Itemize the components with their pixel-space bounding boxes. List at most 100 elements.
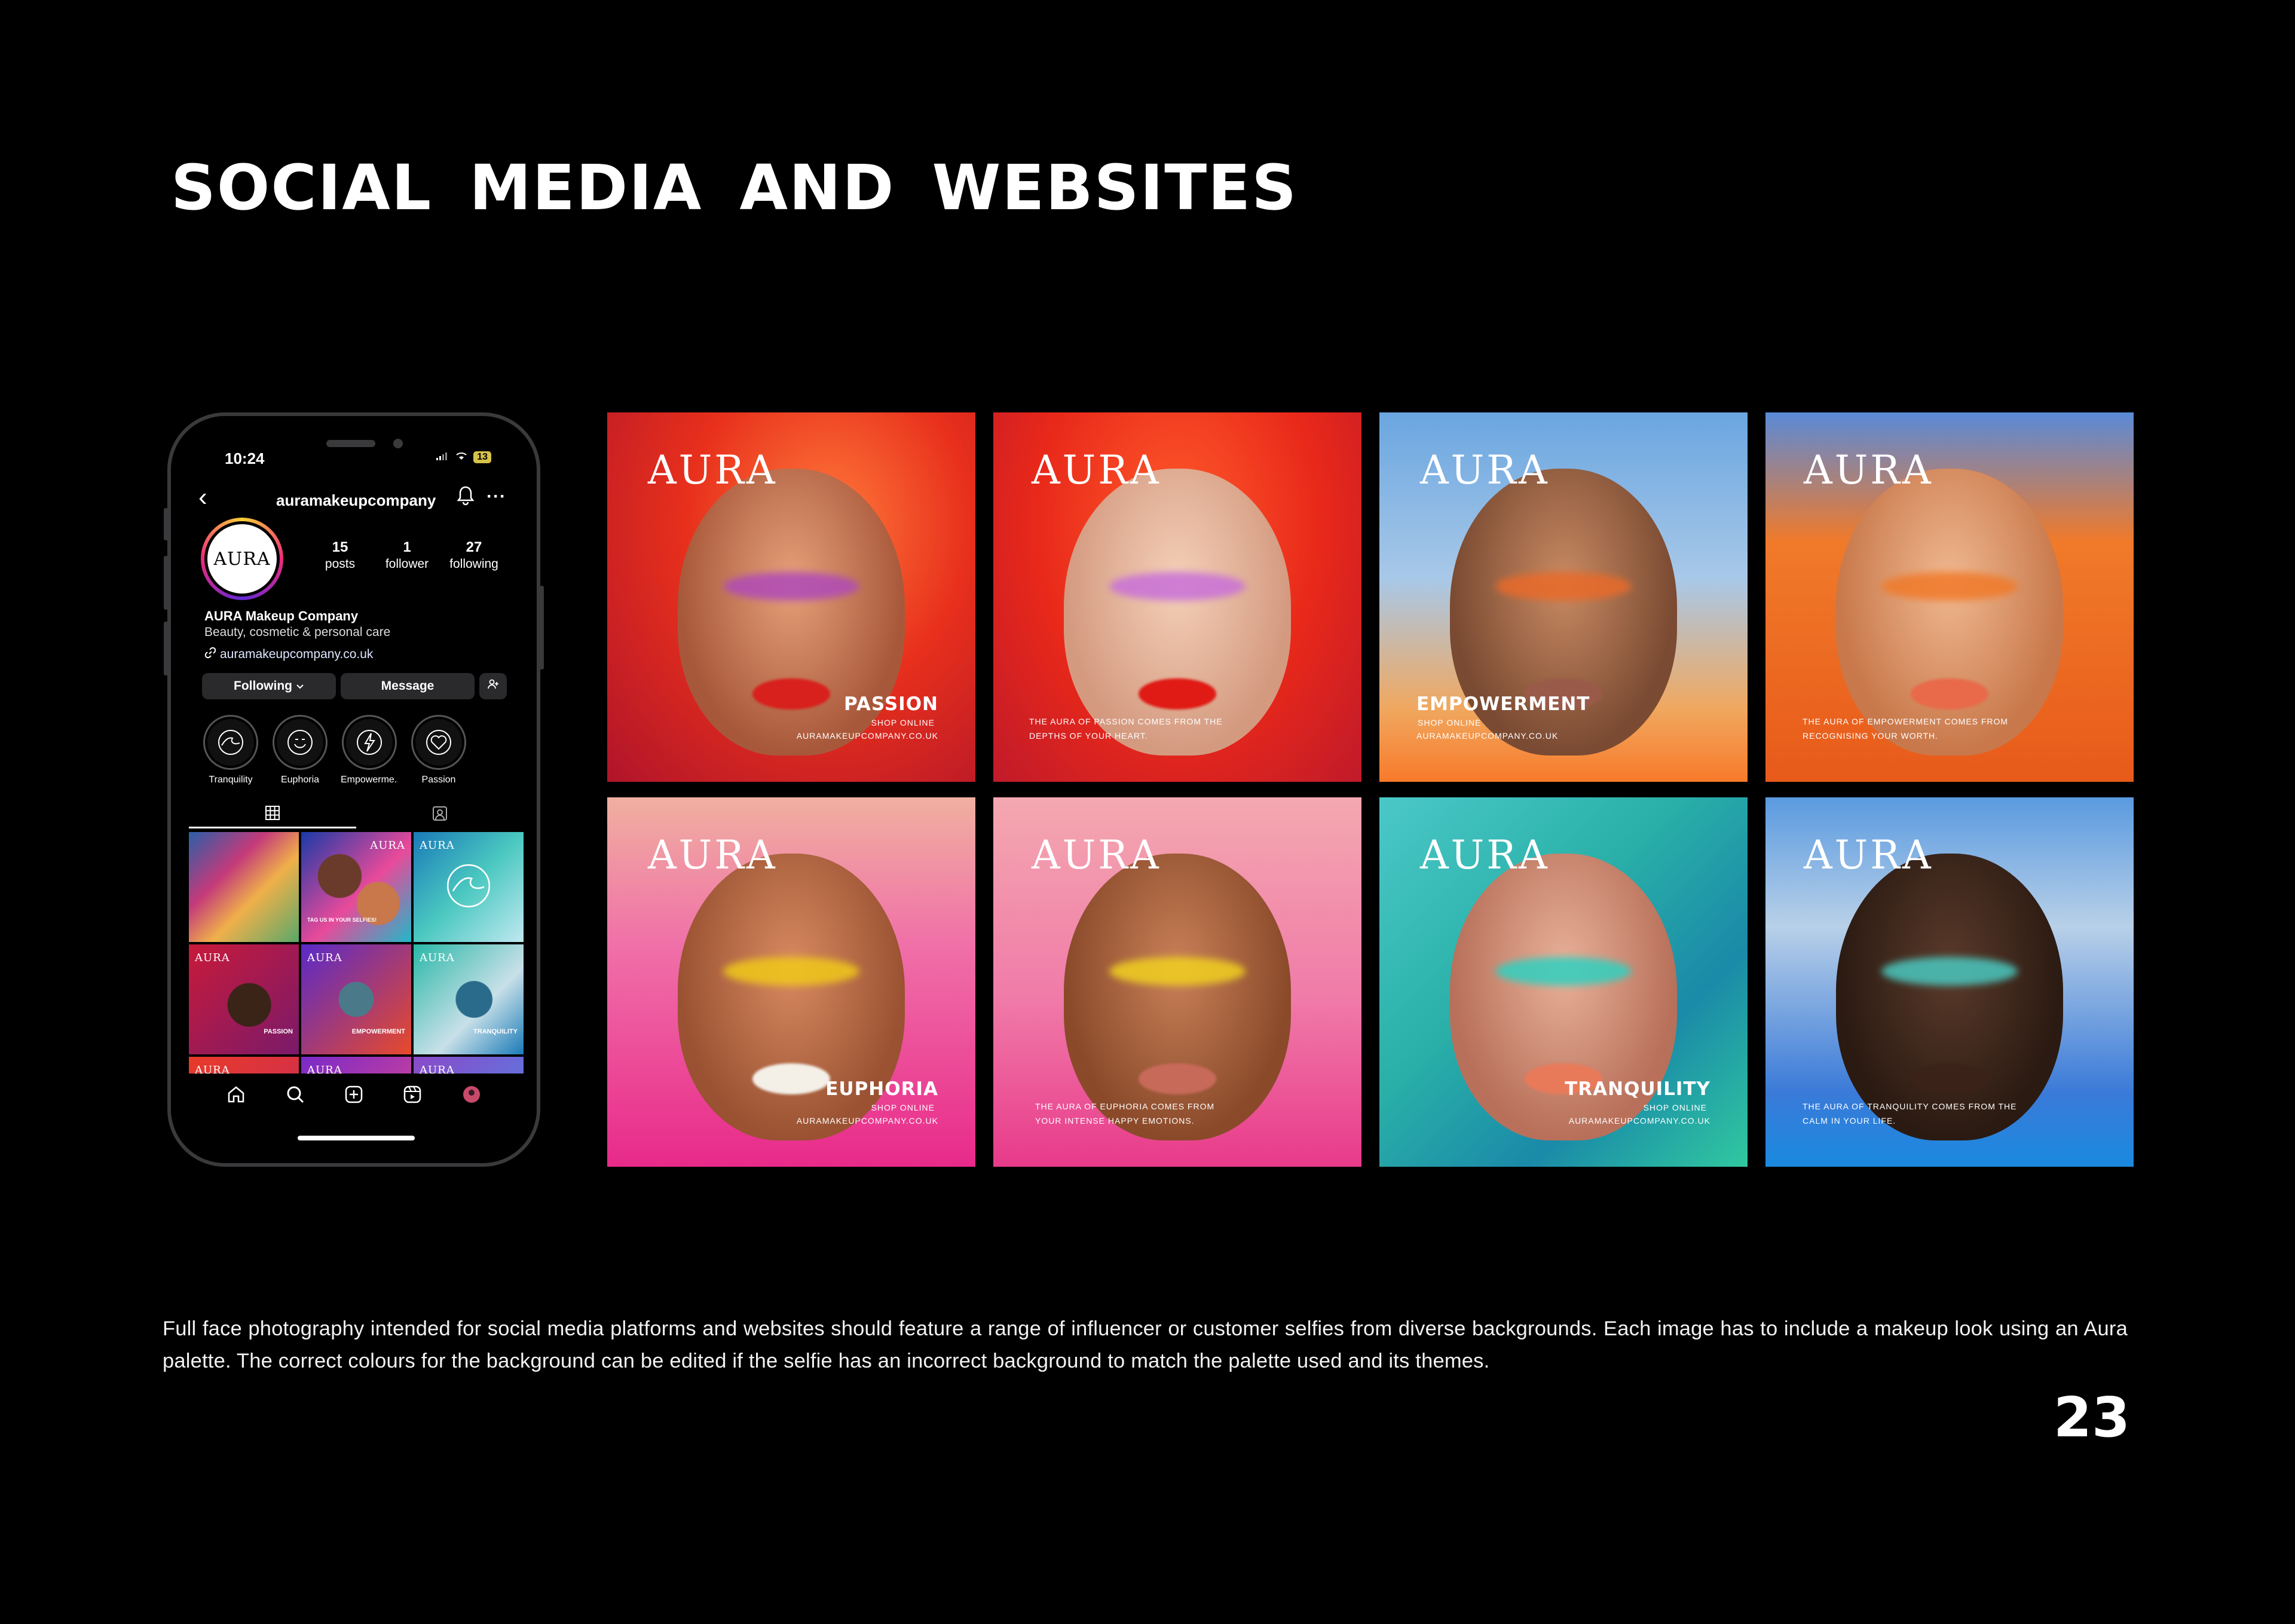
create-post-icon[interactable] bbox=[344, 1084, 364, 1108]
post-shop-online: SHOP ONLINE bbox=[871, 1103, 935, 1112]
grid-post[interactable]: AURA bbox=[414, 832, 524, 942]
reels-icon[interactable] bbox=[402, 1084, 423, 1108]
home-icon[interactable] bbox=[226, 1084, 246, 1108]
portrait-lips bbox=[1139, 1063, 1216, 1094]
portrait-lips bbox=[1911, 678, 1988, 709]
highlight-label: Euphoria bbox=[280, 775, 320, 785]
profile-avatar[interactable]: AURA bbox=[201, 518, 283, 600]
portrait-lips bbox=[1139, 678, 1216, 709]
grid-post[interactable] bbox=[189, 832, 299, 942]
following-button[interactable]: Following bbox=[202, 673, 336, 699]
bio-link-text: auramakeupcompany.co.uk bbox=[220, 647, 374, 661]
highlight-ring bbox=[203, 715, 258, 770]
grid-post-logo: AURA bbox=[307, 1064, 342, 1074]
message-button[interactable]: Message bbox=[341, 673, 475, 699]
stat-following[interactable]: 27 following bbox=[441, 539, 507, 571]
post-website: AURAMAKEUPCOMPANY.CO.UK bbox=[1568, 1116, 1710, 1126]
wifi-icon bbox=[455, 451, 467, 463]
grid-post[interactable]: AURA TAG US IN YOUR SELFIES! bbox=[301, 832, 411, 942]
post-tagline: THE AURA OF EMPOWERMENT COMES FROM RECOG… bbox=[1803, 717, 2009, 741]
stat-followers-count: 1 bbox=[403, 539, 411, 555]
chevron-down-icon bbox=[296, 679, 304, 693]
grid-post-theme: EMPOWERMENT bbox=[351, 1028, 405, 1035]
phone-mockup: 10:24 13 ‹ auramakeupcompany ··· AURA 15… bbox=[167, 412, 540, 1167]
search-icon[interactable] bbox=[285, 1084, 305, 1108]
portrait-face bbox=[1064, 468, 1291, 756]
profile-header: ‹ auramakeupcompany ··· bbox=[171, 481, 537, 514]
grid-post-logo: AURA bbox=[420, 1064, 455, 1074]
grid-post[interactable]: AURA bbox=[301, 1057, 411, 1074]
post-shop-online: SHOP ONLINE bbox=[871, 718, 935, 727]
post-theme-title: TRANQUILITY bbox=[1565, 1078, 1710, 1100]
grid-post-logo: AURA bbox=[307, 952, 342, 964]
aura-logo: AURA bbox=[648, 447, 778, 493]
phone-speaker bbox=[326, 440, 375, 447]
highlight-ring bbox=[342, 715, 397, 770]
add-user-button[interactable] bbox=[479, 673, 507, 699]
aura-logo: AURA bbox=[1032, 447, 1161, 493]
bell-icon[interactable] bbox=[457, 485, 475, 509]
profile-tabs bbox=[189, 799, 524, 828]
grid-post-logo: AURA bbox=[195, 952, 230, 964]
grid-icon bbox=[265, 805, 280, 820]
social-post-passion-quote: AURA THE AURA OF PASSION COMES FROM THE … bbox=[993, 412, 1361, 782]
aura-logo: AURA bbox=[1804, 832, 1933, 878]
post-tagline: THE AURA OF PASSION COMES FROM THE DEPTH… bbox=[1029, 717, 1223, 741]
signal-icon bbox=[436, 451, 449, 463]
bio-name: AURA Makeup Company bbox=[204, 608, 359, 623]
post-website: AURAMAKEUPCOMPANY.CO.UK bbox=[1416, 731, 1559, 741]
social-post-tranquility-quote: AURA THE AURA OF TRANQUILITY COMES FROM … bbox=[1765, 797, 2134, 1167]
add-user-icon bbox=[487, 679, 499, 693]
portrait-face bbox=[1836, 853, 2063, 1140]
stat-followers[interactable]: 1 follower bbox=[374, 539, 440, 571]
social-post-euphoria-quote: AURA THE AURA OF EUPHORIA COMES FROM YOU… bbox=[993, 797, 1361, 1167]
post-theme-title: EUPHORIA bbox=[825, 1078, 938, 1100]
post-tagline: THE AURA OF EUPHORIA COMES FROM YOUR INT… bbox=[1035, 1102, 1215, 1126]
wave-icon bbox=[218, 730, 243, 755]
aura-logo: AURA bbox=[1420, 832, 1550, 878]
smile-icon bbox=[287, 730, 313, 755]
portrait-lips bbox=[1911, 1063, 1988, 1094]
social-post-passion: AURA PASSION SHOP ONLINE AURAMAKEUPCOMPA… bbox=[607, 412, 975, 782]
grid-post-logo: AURA bbox=[370, 839, 405, 852]
grid-post[interactable]: AURA EMPOWERMENT bbox=[301, 944, 411, 1054]
profile-avatar-icon[interactable] bbox=[461, 1084, 482, 1108]
highlight-tranquility[interactable]: Tranquility bbox=[202, 715, 259, 785]
avatar-logo: AURA bbox=[204, 521, 280, 597]
tab-grid[interactable] bbox=[189, 799, 356, 828]
grid-post[interactable]: AURA bbox=[189, 1057, 299, 1074]
post-website: AURAMAKEUPCOMPANY.CO.UK bbox=[796, 731, 938, 741]
more-options-icon[interactable]: ··· bbox=[486, 487, 506, 507]
post-theme-title: EMPOWERMENT bbox=[1416, 693, 1590, 715]
highlight-label: Empowerme... bbox=[341, 775, 398, 785]
post-shop-online: SHOP ONLINE bbox=[1643, 1103, 1707, 1112]
page-number: 23 bbox=[2054, 1386, 2131, 1449]
aura-logo: AURA bbox=[648, 832, 778, 878]
bio-link[interactable]: auramakeupcompany.co.uk bbox=[204, 647, 373, 662]
post-theme-title: PASSION bbox=[844, 693, 938, 715]
status-time: 10:24 bbox=[225, 449, 265, 467]
portrait-face bbox=[1064, 853, 1291, 1140]
social-post-empowerment-quote: AURA THE AURA OF EMPOWERMENT COMES FROM … bbox=[1765, 412, 2134, 782]
highlight-label: Passion bbox=[421, 775, 456, 785]
highlight-passion[interactable]: Passion bbox=[410, 715, 467, 785]
post-shop-online: SHOP ONLINE bbox=[1418, 718, 1482, 727]
highlight-empowerment[interactable]: Empowerme... bbox=[341, 715, 398, 785]
profile-post-grid: AURA TAG US IN YOUR SELFIES! AURA AURA P… bbox=[189, 832, 524, 1074]
grid-post[interactable]: AURA bbox=[414, 1057, 524, 1074]
back-icon[interactable]: ‹ bbox=[198, 484, 207, 510]
body-description: Full face photography intended for socia… bbox=[163, 1317, 2128, 1372]
aura-logo: AURA bbox=[1420, 447, 1550, 493]
message-button-label: Message bbox=[381, 679, 434, 693]
profile-username: auramakeupcompany bbox=[276, 491, 436, 509]
status-icons: 13 bbox=[436, 451, 491, 463]
tab-tagged[interactable] bbox=[356, 799, 524, 828]
social-posts-grid: AURA PASSION SHOP ONLINE AURAMAKEUPCOMPA… bbox=[607, 412, 2135, 1167]
portrait-face bbox=[1836, 468, 2063, 756]
social-post-euphoria: AURA EUPHORIA SHOP ONLINE AURAMAKEUPCOMP… bbox=[607, 797, 975, 1167]
highlight-euphoria[interactable]: Euphoria bbox=[271, 715, 329, 785]
grid-post[interactable]: AURA TRANQUILITY bbox=[414, 944, 524, 1054]
stat-posts[interactable]: 15 posts bbox=[307, 539, 373, 571]
grid-post-logo: AURA bbox=[420, 839, 455, 852]
grid-post[interactable]: AURA PASSION bbox=[189, 944, 299, 1054]
